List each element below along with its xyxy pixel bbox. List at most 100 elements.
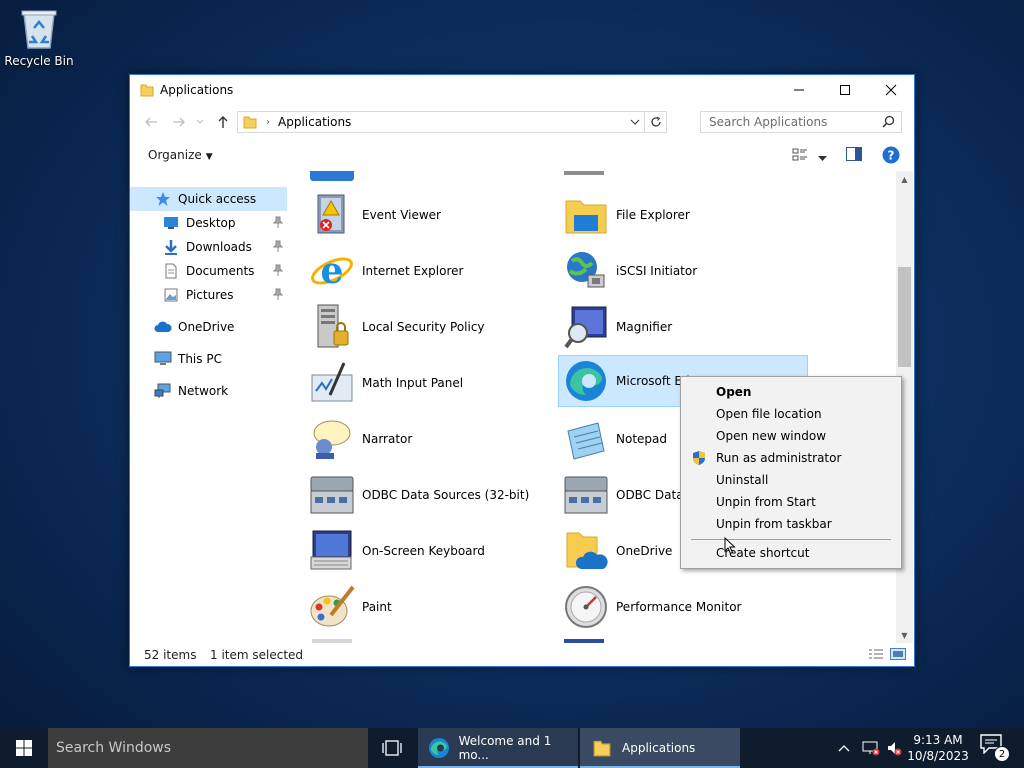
app-magnifier[interactable]: Magnifier xyxy=(562,301,672,353)
scrollbar-thumb[interactable] xyxy=(898,267,911,367)
breadcrumb-applications[interactable]: Applications xyxy=(278,115,351,129)
forward-button[interactable] xyxy=(170,113,188,131)
taskbar-edge-window[interactable]: Welcome and 1 mo... xyxy=(418,728,578,768)
pin-icon[interactable] xyxy=(272,216,284,231)
folder-icon xyxy=(590,736,614,760)
nav-item-this-pc[interactable]: This PC xyxy=(130,347,287,371)
details-view-icon[interactable] xyxy=(868,648,884,663)
folder-icon xyxy=(243,116,257,129)
system-clock[interactable]: 9:13 AM 10/8/2023 xyxy=(906,732,970,764)
paint-icon xyxy=(308,583,356,631)
menu-item-run-as-administrator[interactable]: Run as administrator xyxy=(683,447,899,469)
menu-item-unpin-from-taskbar[interactable]: Unpin from taskbar xyxy=(683,513,899,535)
search-icon[interactable] xyxy=(882,115,895,131)
menu-item-label: Uninstall xyxy=(716,473,769,487)
status-bar: 52 items 1 item selected xyxy=(130,644,914,666)
address-bar[interactable]: › Applications xyxy=(237,111,667,133)
menu-item-open-new-window[interactable]: Open new window xyxy=(683,425,899,447)
menu-separator xyxy=(691,539,891,540)
windows-logo-icon xyxy=(16,740,32,756)
menu-item-create-shortcut[interactable]: Create shortcut xyxy=(683,542,899,564)
nav-item-network[interactable]: Network xyxy=(130,379,287,403)
app-odbc-data-sources-64[interactable]: ODBC Data S xyxy=(562,469,695,521)
nav-item-desktop[interactable]: Desktop xyxy=(130,211,287,235)
view-options-dropdown[interactable] xyxy=(818,151,827,165)
math-input-icon xyxy=(308,359,356,407)
preview-pane-button[interactable] xyxy=(846,147,862,164)
address-dropdown-button[interactable] xyxy=(630,116,640,130)
search-box[interactable] xyxy=(700,111,902,133)
menu-item-uninstall[interactable]: Uninstall xyxy=(683,469,899,491)
organize-label: Organize xyxy=(148,148,202,162)
nav-item-downloads[interactable]: Downloads xyxy=(130,235,287,259)
action-center-button[interactable]: 2 xyxy=(980,734,1010,762)
app-label: Math Input Panel xyxy=(362,376,464,390)
pin-icon[interactable] xyxy=(272,288,284,303)
app-internet-explorer[interactable]: e Internet Explorer xyxy=(308,245,463,297)
app-onedrive[interactable]: OneDrive xyxy=(562,525,672,577)
computer-icon xyxy=(154,351,172,367)
app-narrator[interactable]: Narrator xyxy=(308,413,412,465)
partial-app-icon xyxy=(312,639,352,643)
svg-text:e: e xyxy=(321,250,344,292)
app-local-security-policy[interactable]: Local Security Policy xyxy=(308,301,485,353)
app-math-input-panel[interactable]: Math Input Panel xyxy=(308,357,463,409)
volume-button[interactable] xyxy=(886,728,902,768)
taskbar: Welcome and 1 mo... Applications 9:13 AM… xyxy=(0,728,1024,768)
recycle-bin-shortcut[interactable]: Recycle Bin xyxy=(4,6,74,68)
close-button[interactable] xyxy=(868,75,914,105)
show-hidden-icons-button[interactable] xyxy=(838,728,850,768)
minimize-icon xyxy=(794,89,804,91)
app-event-viewer[interactable]: Event Viewer xyxy=(308,189,441,241)
menu-item-open-file-location[interactable]: Open file location xyxy=(683,403,899,425)
item-count: 52 items xyxy=(144,648,197,662)
back-button[interactable] xyxy=(142,113,160,131)
app-odbc-data-sources-32[interactable]: ODBC Data Sources (32-bit) xyxy=(308,469,529,521)
download-icon xyxy=(162,239,180,255)
app-performance-monitor[interactable]: Performance Monitor xyxy=(562,581,741,633)
search-input[interactable] xyxy=(701,115,871,129)
network-status-button[interactable] xyxy=(862,728,880,768)
title-bar[interactable]: Applications xyxy=(130,75,914,105)
minimize-button[interactable] xyxy=(776,75,822,105)
volume-muted-icon xyxy=(888,742,902,756)
refresh-icon xyxy=(650,116,661,127)
taskbar-search-box[interactable] xyxy=(48,728,368,768)
navigation-bar: › Applications xyxy=(130,109,914,135)
pin-icon[interactable] xyxy=(272,240,284,255)
task-view-button[interactable] xyxy=(372,728,412,768)
edge-icon xyxy=(428,736,451,760)
app-on-screen-keyboard[interactable]: On-Screen Keyboard xyxy=(308,525,485,577)
start-button[interactable] xyxy=(0,728,48,768)
refresh-button[interactable] xyxy=(644,112,666,132)
scroll-up-icon[interactable]: ▲ xyxy=(896,171,913,187)
pin-icon[interactable] xyxy=(272,264,284,279)
app-file-explorer[interactable]: File Explorer xyxy=(562,189,690,241)
organize-menu-button[interactable]: Organize ▼ xyxy=(148,148,213,162)
taskbar-explorer-window[interactable]: Applications xyxy=(580,728,740,768)
nav-item-pictures[interactable]: Pictures xyxy=(130,283,287,307)
nav-item-quick-access[interactable]: Quick access xyxy=(130,187,287,211)
navigation-pane: Quick access Desktop Downloads Documents xyxy=(130,183,290,643)
help-button[interactable]: ? xyxy=(882,146,900,167)
magnifier-icon xyxy=(562,303,610,351)
recent-locations-button[interactable] xyxy=(194,113,206,131)
scroll-down-icon[interactable]: ▼ xyxy=(896,627,913,643)
menu-item-open[interactable]: Open xyxy=(683,381,899,403)
large-icons-view-icon[interactable] xyxy=(890,648,906,663)
menu-item-unpin-from-start[interactable]: Unpin from Start xyxy=(683,491,899,513)
app-notepad[interactable]: Notepad xyxy=(562,413,667,465)
change-view-button[interactable] xyxy=(792,147,808,166)
app-iscsi-initiator[interactable]: iSCSI Initiator xyxy=(562,245,697,297)
maximize-icon xyxy=(840,85,850,95)
odbc-icon xyxy=(308,471,356,519)
app-paint[interactable]: Paint xyxy=(308,581,392,633)
maximize-button[interactable] xyxy=(822,75,868,105)
nav-item-onedrive[interactable]: OneDrive xyxy=(130,315,287,339)
edge-icon xyxy=(562,357,610,405)
up-button[interactable] xyxy=(214,113,232,131)
nav-item-label: Desktop xyxy=(186,216,236,230)
taskbar-window-label: Welcome and 1 mo... xyxy=(458,734,552,762)
taskbar-search-input[interactable] xyxy=(48,740,348,756)
nav-item-documents[interactable]: Documents xyxy=(130,259,287,283)
